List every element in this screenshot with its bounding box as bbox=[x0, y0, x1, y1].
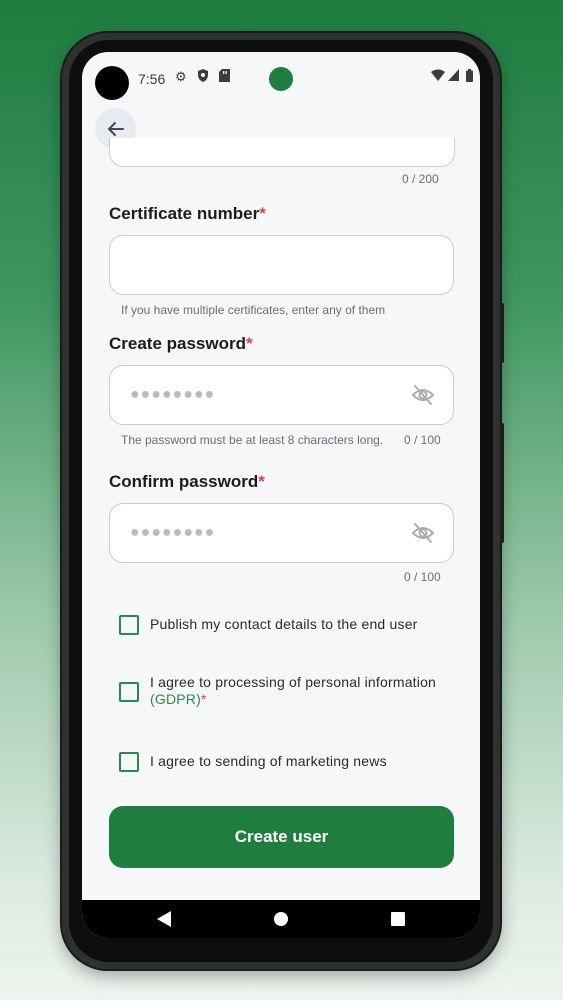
confirm-password-input[interactable]: ●●●●●●●● bbox=[109, 503, 454, 563]
password-label: Create password* bbox=[109, 334, 253, 353]
sd-card-icon bbox=[219, 69, 230, 85]
square-recents-icon[interactable] bbox=[390, 910, 406, 933]
gdpr-label: I agree to processing of personal inform… bbox=[150, 674, 437, 707]
publish-contact-option[interactable]: Publish my contact details to the end us… bbox=[119, 615, 418, 635]
wifi-icon bbox=[431, 69, 445, 84]
confirm-password-masked-value: ●●●●●●●● bbox=[130, 524, 216, 541]
confirm-password-label: Confirm password* bbox=[109, 472, 265, 491]
circle-home-icon[interactable] bbox=[273, 910, 289, 933]
certificate-helper: If you have multiple certificates, enter… bbox=[121, 303, 386, 317]
shield-icon bbox=[197, 69, 209, 85]
status-bar: 7:56 ⚙ bbox=[82, 52, 480, 106]
password-counter: 0 / 100 bbox=[404, 433, 441, 447]
certificate-label: Certificate number* bbox=[109, 204, 266, 223]
status-time: 7:56 bbox=[138, 71, 166, 87]
marketing-checkbox[interactable] bbox=[119, 752, 139, 772]
triangle-back-icon[interactable] bbox=[156, 910, 172, 933]
marketing-label: I agree to sending of marketing news bbox=[150, 753, 387, 769]
battery-icon bbox=[466, 69, 473, 85]
arrow-left-icon bbox=[107, 121, 124, 136]
previous-field-counter: 0 / 200 bbox=[402, 172, 439, 186]
front-camera bbox=[95, 66, 129, 100]
settings-icon: ⚙ bbox=[175, 69, 187, 84]
signal-icon bbox=[448, 69, 459, 84]
password-masked-value: ●●●●●●●● bbox=[130, 386, 216, 403]
eye-off-icon[interactable] bbox=[411, 522, 435, 549]
publish-contact-label: Publish my contact details to the end us… bbox=[150, 616, 418, 632]
app-indicator-dot bbox=[269, 67, 293, 91]
gdpr-checkbox[interactable] bbox=[119, 682, 139, 702]
marketing-option[interactable]: I agree to sending of marketing news bbox=[119, 752, 387, 772]
previous-text-field[interactable] bbox=[109, 138, 455, 167]
app-screen: 7:56 ⚙ 0 / 200 Certificate number* If yo… bbox=[82, 52, 480, 938]
publish-contact-checkbox[interactable] bbox=[119, 615, 139, 635]
confirm-password-counter: 0 / 100 bbox=[404, 570, 441, 584]
certificate-input[interactable] bbox=[109, 235, 454, 295]
power-button bbox=[500, 423, 504, 543]
gdpr-option[interactable]: I agree to processing of personal inform… bbox=[119, 674, 436, 708]
system-nav-bar bbox=[82, 900, 480, 938]
volume-button bbox=[500, 303, 504, 363]
password-input[interactable]: ●●●●●●●● bbox=[109, 365, 454, 425]
gdpr-link[interactable]: (GDPR) bbox=[150, 691, 201, 707]
eye-off-icon[interactable] bbox=[411, 384, 435, 411]
password-helper: The password must be at least 8 characte… bbox=[121, 433, 384, 447]
create-user-button[interactable]: Create user bbox=[109, 806, 454, 868]
